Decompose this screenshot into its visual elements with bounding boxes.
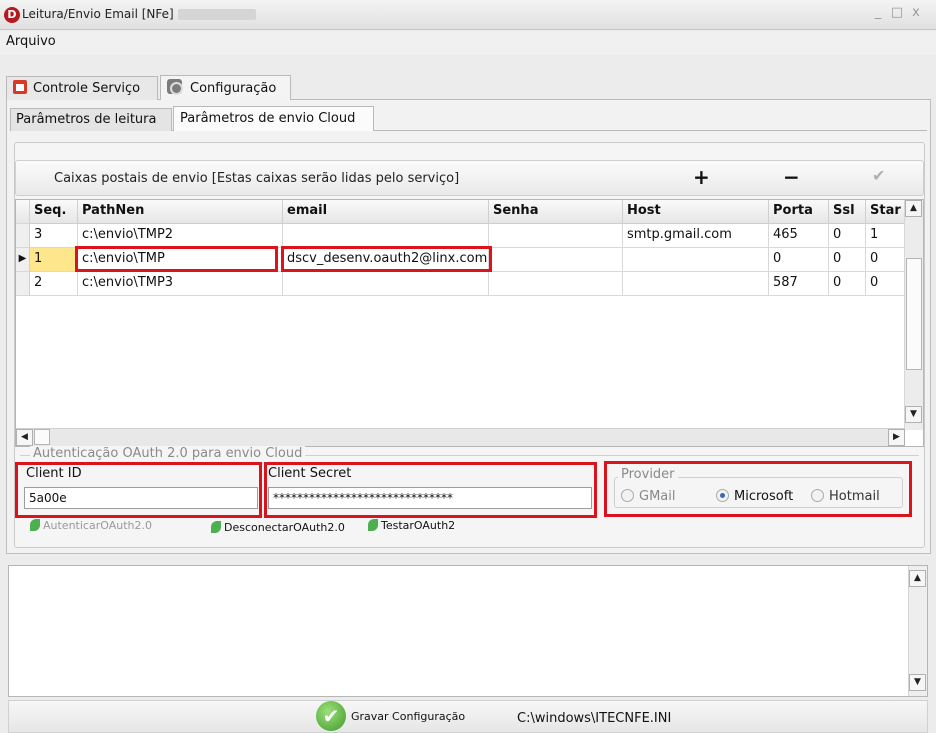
cell-host[interactable] xyxy=(623,272,769,296)
tab-configuracao[interactable]: Configuração xyxy=(160,75,291,100)
scroll-left-icon[interactable]: ◀ xyxy=(16,429,33,446)
tab-parametros-leitura[interactable]: Parâmetros de leitura xyxy=(10,108,172,131)
oauth-icon xyxy=(211,521,221,533)
cell-pathnen[interactable]: c:\envio\TMP2 xyxy=(78,224,283,248)
log-vertical-scrollbar[interactable]: ▲ ▼ xyxy=(908,566,927,696)
cell-seq[interactable]: 1 xyxy=(30,248,78,272)
cell-senha[interactable] xyxy=(489,224,623,248)
cell-seq[interactable]: 2 xyxy=(30,272,78,296)
scroll-down-icon[interactable]: ▼ xyxy=(905,406,922,423)
column-header-porta[interactable]: Porta xyxy=(769,200,829,224)
column-header-pathnen[interactable]: PathNen xyxy=(78,200,283,224)
cell-star[interactable]: 0 xyxy=(866,272,905,296)
house-icon xyxy=(13,80,27,94)
oauth-icon xyxy=(30,519,40,531)
tab-parametros-envio-cloud[interactable]: Parâmetros de envio Cloud xyxy=(173,106,374,131)
cell-ssl[interactable]: 0 xyxy=(829,272,866,296)
oauth-icon xyxy=(368,519,378,531)
redacted-title-suffix xyxy=(178,9,256,20)
highlight-provider xyxy=(604,461,912,517)
minimize-button[interactable]: _ xyxy=(870,5,886,20)
oauth-group-legend: Autenticação OAuth 2.0 para envio Cloud xyxy=(30,446,306,461)
menu-item-arquivo[interactable]: Arquivo xyxy=(6,34,56,49)
add-mailbox-button[interactable]: + xyxy=(693,164,710,190)
scroll-thumb[interactable] xyxy=(34,429,50,445)
button-label: AutenticarOAuth2.0 xyxy=(43,519,152,532)
maximize-button[interactable]: □ xyxy=(889,5,905,20)
grid-horizontal-scrollbar[interactable]: ◀ ▶ xyxy=(16,428,905,446)
scroll-thumb[interactable] xyxy=(906,258,922,370)
button-label: TestarOAuth2 xyxy=(381,519,456,532)
close-button[interactable]: x xyxy=(908,5,924,20)
cell-porta[interactable]: 0 xyxy=(769,248,829,272)
cell-star[interactable]: 0 xyxy=(866,248,905,272)
cell-pathnen[interactable]: c:\envio\TMP3 xyxy=(78,272,283,296)
highlight-email-cell xyxy=(281,246,492,272)
row-indicator[interactable] xyxy=(16,272,30,296)
column-header-seq[interactable]: Seq. xyxy=(30,200,78,224)
scroll-right-icon[interactable]: ▶ xyxy=(888,429,905,446)
scroll-up-icon[interactable]: ▲ xyxy=(905,200,922,217)
log-textarea[interactable]: ▲ ▼ xyxy=(8,565,928,697)
footer-bar xyxy=(8,700,928,733)
save-check-icon[interactable]: ✔ xyxy=(316,701,346,731)
highlight-client-id xyxy=(15,462,262,518)
current-row-arrow-icon[interactable]: ▶ xyxy=(16,248,30,272)
mailbox-grid[interactable]: Seq. PathNen email Senha Host Porta Ssl … xyxy=(15,199,924,447)
highlight-client-secret xyxy=(264,462,597,518)
cell-email[interactable] xyxy=(283,272,489,296)
confirm-mailbox-button[interactable]: ✔ xyxy=(872,166,885,185)
tab-controle-servico[interactable]: Controle Serviço xyxy=(6,76,158,100)
button-label: DesconectarOAuth2.0 xyxy=(224,521,345,534)
tab-label: Controle Serviço xyxy=(33,81,141,96)
cell-seq[interactable]: 3 xyxy=(30,224,78,248)
gear-icon xyxy=(167,79,183,95)
cell-porta[interactable]: 465 xyxy=(769,224,829,248)
window-title: Leitura/Envio Email [NFe] - xyxy=(22,7,182,21)
scroll-up-icon[interactable]: ▲ xyxy=(909,570,926,587)
cell-star[interactable]: 1 xyxy=(866,224,905,248)
grid-vertical-scrollbar[interactable]: ▲ ▼ xyxy=(904,200,923,430)
column-header-senha[interactable]: Senha xyxy=(489,200,623,224)
column-header-email[interactable]: email xyxy=(283,200,489,224)
scroll-down-icon[interactable]: ▼ xyxy=(909,674,926,691)
save-configuration-button[interactable]: Gravar Configuração xyxy=(351,710,465,723)
app-icon: D xyxy=(4,7,20,23)
cell-ssl[interactable]: 0 xyxy=(829,248,866,272)
row-indicator[interactable] xyxy=(16,224,30,248)
cell-senha[interactable] xyxy=(489,248,623,272)
cell-host[interactable] xyxy=(623,248,769,272)
cell-email[interactable] xyxy=(283,224,489,248)
menu-bar xyxy=(0,31,936,55)
highlight-path-cell xyxy=(75,246,278,272)
ini-file-path: C:\windows\ITECNFE.INI xyxy=(517,711,672,726)
column-header-star[interactable]: Star xyxy=(866,200,905,224)
column-header-ssl[interactable]: Ssl xyxy=(829,200,866,224)
remove-mailbox-button[interactable]: − xyxy=(783,164,800,190)
cell-host[interactable]: smtp.gmail.com xyxy=(623,224,769,248)
mailbox-toolbar-label: Caixas postais de envio [Estas caixas se… xyxy=(54,171,460,186)
row-indicator-header xyxy=(16,200,30,224)
cell-porta[interactable]: 587 xyxy=(769,272,829,296)
cell-senha[interactable] xyxy=(489,272,623,296)
cell-ssl[interactable]: 0 xyxy=(829,224,866,248)
column-header-host[interactable]: Host xyxy=(623,200,769,224)
autenticar-oauth-button[interactable]: AutenticarOAuth2.0 xyxy=(30,519,152,532)
tab-label: Configuração xyxy=(190,81,277,96)
desconectar-oauth-button[interactable]: DesconectarOAuth2.0 xyxy=(211,521,345,534)
testar-oauth-button[interactable]: TestarOAuth2 xyxy=(368,519,455,532)
